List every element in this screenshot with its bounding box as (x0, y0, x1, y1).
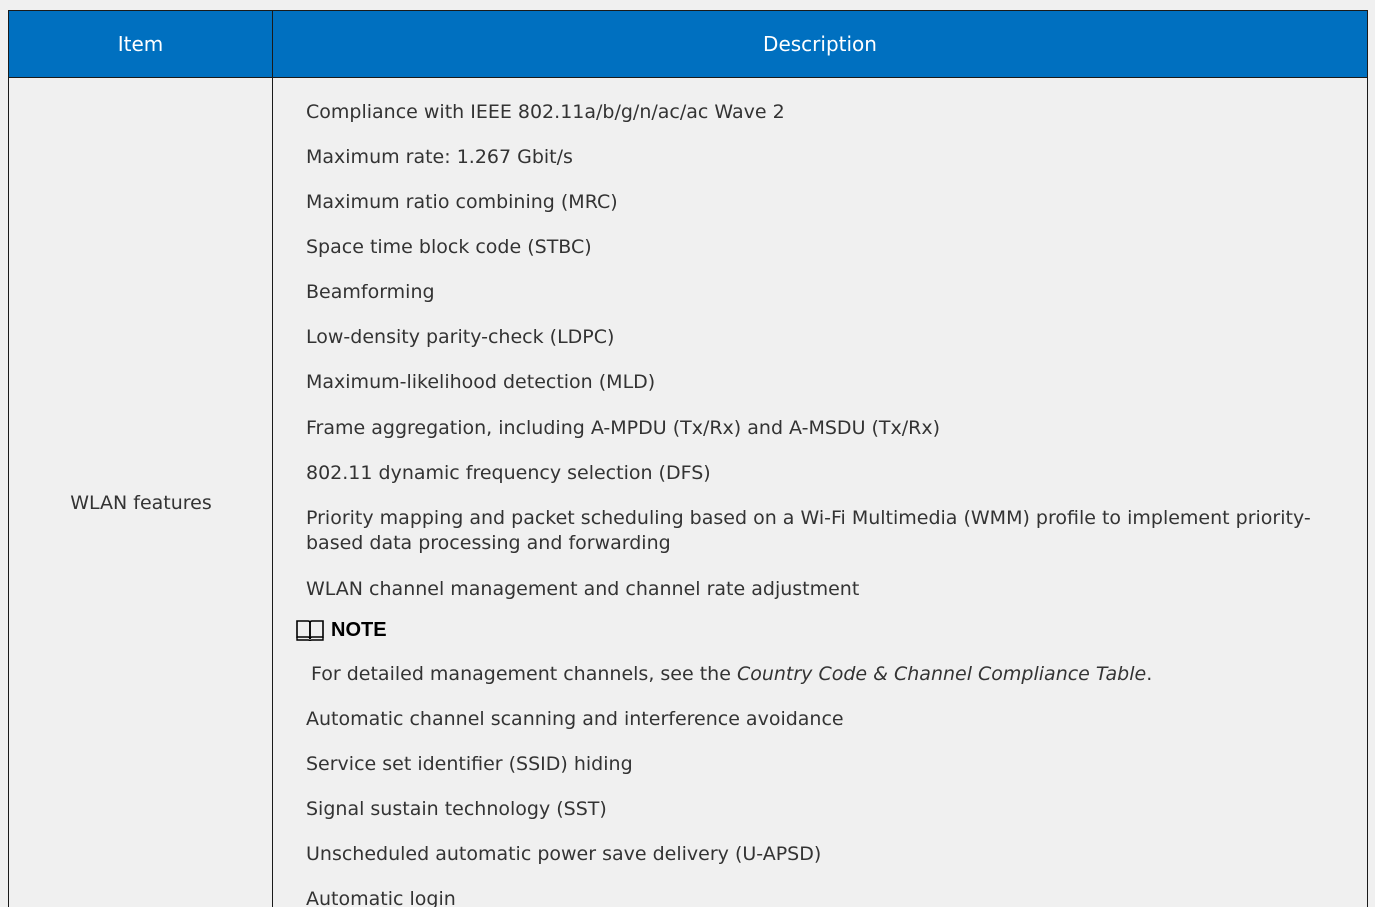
feature-item: Automatic login (306, 888, 456, 907)
item-label: WLAN features (70, 492, 212, 514)
spec-table: Item Description WLAN features Complianc… (8, 10, 1368, 907)
feature-item: Maximum-likelihood detection (MLD) (306, 371, 656, 393)
feature-item: Signal sustain technology (SST) (306, 798, 607, 820)
note-text: For detailed management channels, see th… (311, 662, 1152, 687)
note-text-prefix: For detailed management channels, see th… (311, 663, 737, 685)
feature-item: Compliance with IEEE 802.11a/b/g/n/ac/ac… (306, 101, 785, 123)
header-item: Item (9, 11, 273, 77)
open-book-icon (296, 620, 324, 642)
header-description: Description (763, 32, 877, 56)
feature-item: Beamforming (306, 281, 435, 303)
feature-item: Space time block code (STBC) (306, 236, 592, 258)
feature-item: Maximum rate: 1.267 Gbit/s (306, 146, 573, 168)
feature-item: Frame aggregation, including A-MPDU (Tx/… (306, 417, 941, 439)
feature-item: Low-density parity-check (LDPC) (306, 326, 615, 348)
feature-item: Unscheduled automatic power save deliver… (306, 843, 822, 865)
note-reference: Country Code & Channel Compliance Table (736, 663, 1147, 685)
note-title: NOTE (331, 618, 387, 641)
feature-item: Automatic channel scanning and interfere… (306, 708, 844, 730)
note-text-suffix: . (1146, 663, 1153, 685)
page: Item Description WLAN features Complianc… (0, 0, 1375, 907)
item-cell: WLAN features (9, 78, 273, 907)
note-header: NOTE (295, 618, 387, 642)
feature-item: 802.11 dynamic frequency selection (DFS) (306, 462, 711, 484)
feature-item: WLAN channel management and channel rate… (306, 578, 860, 600)
table-row: WLAN features Compliance with IEEE 802.1… (9, 78, 1367, 907)
feature-item: Priority mapping and packet scheduling b… (306, 507, 1311, 554)
feature-item: Service set identifier (SSID) hiding (306, 753, 633, 775)
feature-item: Maximum ratio combining (MRC) (306, 191, 618, 213)
table-header-row: Item Description (9, 11, 1367, 78)
description-cell: Compliance with IEEE 802.11a/b/g/n/ac/ac… (273, 78, 1367, 907)
